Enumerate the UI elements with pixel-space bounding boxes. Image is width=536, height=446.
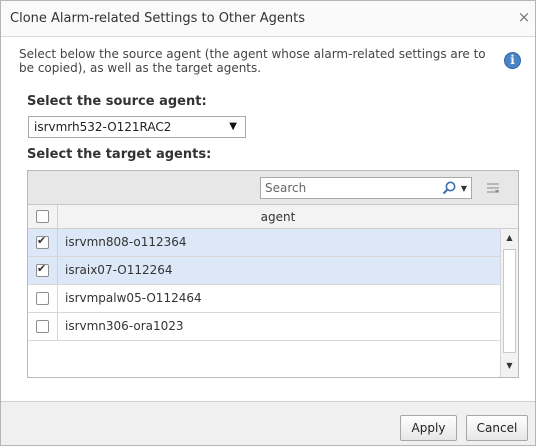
apply-button[interactable]: Apply — [400, 415, 457, 441]
grid-toolbar: Search ▼ — [28, 171, 518, 205]
source-agent-label: Select the source agent: — [27, 94, 207, 109]
source-agent-value: isrvmrh532-O121RAC2 — [34, 120, 172, 134]
table-row[interactable]: isrvmn306-ora1023 — [28, 313, 500, 341]
row-checkbox[interactable] — [36, 262, 49, 277]
column-menu-icon[interactable] — [486, 181, 500, 195]
cancel-button[interactable]: Cancel — [466, 415, 528, 441]
grid-scrollbar[interactable]: ▲ ▼ — [500, 229, 518, 377]
target-agents-label: Select the target agents: — [27, 147, 212, 162]
table-row[interactable]: isrvmn808-o112364 — [28, 229, 500, 257]
grid-header: agent — [28, 205, 518, 229]
dropdown-arrow-icon: ▼ — [229, 121, 237, 132]
scroll-down-icon[interactable]: ▼ — [501, 357, 518, 375]
table-row[interactable]: isrvmpalw05-O112464 — [28, 285, 500, 313]
row-checkbox[interactable] — [36, 320, 49, 333]
search-placeholder: Search — [265, 181, 307, 195]
column-header-agent[interactable]: agent — [58, 210, 498, 224]
dialog-footer: Apply Cancel — [1, 401, 535, 445]
clone-settings-dialog: Clone Alarm-related Settings to Other Ag… — [0, 0, 536, 446]
agent-name-cell: isrvmn306-ora1023 — [65, 319, 184, 333]
row-checkbox-cell — [28, 313, 58, 340]
agent-name-cell: isrvmn808-o112364 — [65, 235, 187, 249]
row-checkbox-cell — [28, 257, 58, 284]
dialog-titlebar: Clone Alarm-related Settings to Other Ag… — [1, 1, 535, 37]
dialog-title: Clone Alarm-related Settings to Other Ag… — [10, 11, 306, 26]
row-checkbox-cell — [28, 229, 58, 256]
row-checkbox[interactable] — [36, 292, 49, 305]
agent-name-cell: isrvmpalw05-O112464 — [65, 291, 202, 305]
dialog-description: Select below the source agent (the agent… — [19, 47, 486, 75]
target-agents-grid: Search ▼ agent ✔ isrvmn808-o112364 ✔ isr… — [27, 170, 519, 378]
info-icon[interactable]: i — [504, 52, 521, 69]
search-options-icon[interactable]: ▼ — [461, 184, 467, 193]
agent-name-cell: israix07-O112264 — [65, 263, 173, 277]
close-icon[interactable]: × — [516, 10, 532, 26]
search-icon[interactable] — [441, 180, 457, 196]
row-checkbox-cell — [28, 285, 58, 312]
scroll-thumb[interactable] — [503, 249, 516, 353]
scroll-up-icon[interactable]: ▲ — [501, 229, 518, 247]
row-checkbox[interactable] — [36, 234, 49, 249]
header-checkbox-cell — [28, 205, 58, 228]
table-row[interactable]: israix07-O112264 — [28, 257, 500, 285]
search-input[interactable]: Search ▼ — [260, 177, 472, 199]
source-agent-select[interactable]: isrvmrh532-O121RAC2 ▼ — [28, 116, 246, 138]
select-all-checkbox[interactable] — [36, 210, 49, 223]
